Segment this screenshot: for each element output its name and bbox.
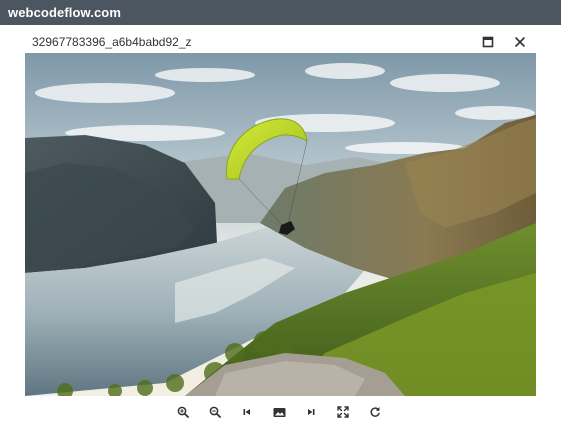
image-viewer: 32967783396_a6b4babd92_z (25, 27, 537, 431)
rotate-button[interactable] (365, 403, 385, 421)
image-button[interactable] (269, 403, 289, 421)
close-icon (515, 37, 525, 47)
zoom-in-icon (177, 406, 189, 418)
site-name[interactable]: webcodeflow.com (8, 5, 121, 20)
viewer-toolbar (25, 399, 537, 425)
maximize-icon (482, 36, 494, 48)
fullscreen-icon (337, 406, 349, 418)
landscape-photo (25, 53, 536, 396)
image-icon (273, 407, 285, 417)
viewer-image[interactable] (25, 53, 536, 396)
next-icon (308, 409, 315, 415)
previous-icon (243, 409, 250, 415)
zoom-out-icon (209, 406, 221, 418)
rotate-icon (370, 407, 380, 417)
zoom-out-button[interactable] (205, 403, 225, 421)
top-bar: webcodeflow.com (0, 0, 561, 25)
fullscreen-button[interactable] (333, 403, 353, 421)
viewer-title: 32967783396_a6b4babd92_z (32, 35, 192, 49)
zoom-in-button[interactable] (173, 403, 193, 421)
next-button[interactable] (301, 403, 321, 421)
previous-button[interactable] (237, 403, 257, 421)
maximize-button[interactable] (477, 32, 499, 52)
close-button[interactable] (509, 32, 531, 52)
